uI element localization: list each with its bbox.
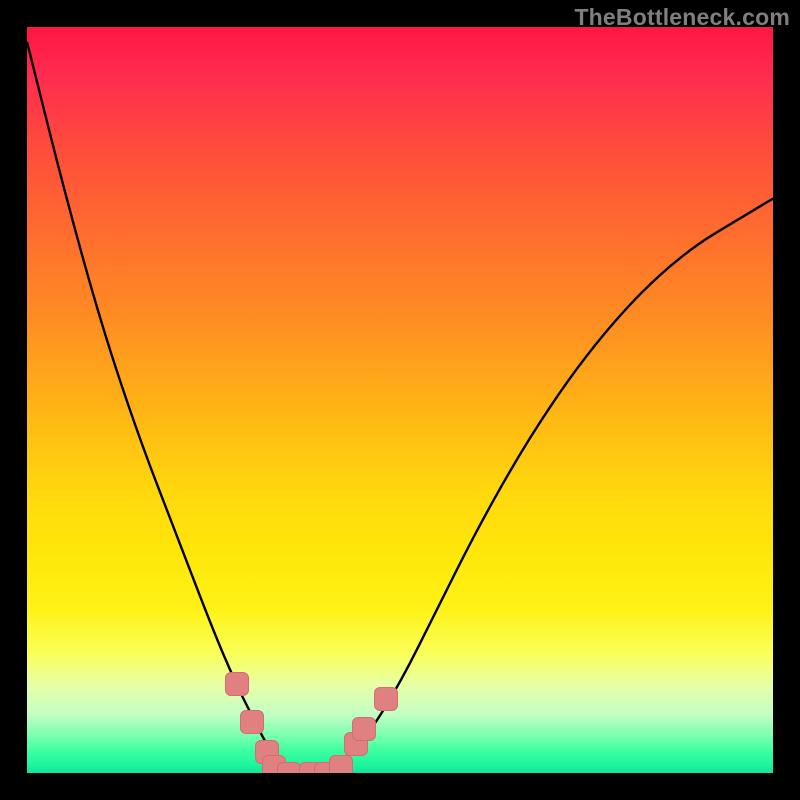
data-marker xyxy=(374,687,398,711)
marker-layer xyxy=(27,27,773,773)
watermark-text: TheBottleneck.com xyxy=(574,4,790,31)
data-marker xyxy=(329,755,353,773)
data-marker xyxy=(352,717,376,741)
data-marker xyxy=(277,762,301,773)
data-marker xyxy=(225,672,249,696)
chart-frame: TheBottleneck.com xyxy=(0,0,800,800)
data-marker xyxy=(240,710,264,734)
plot-area xyxy=(27,27,773,773)
